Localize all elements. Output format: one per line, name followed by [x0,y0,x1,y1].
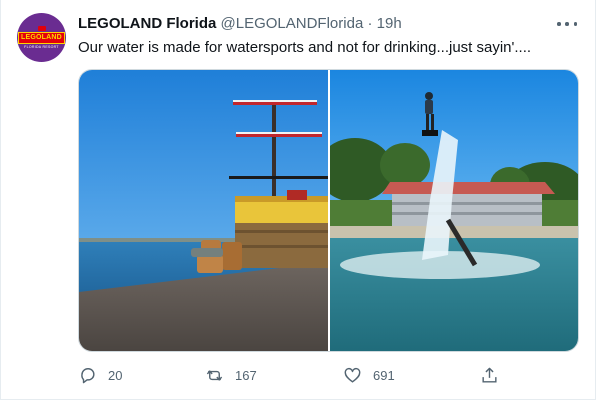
tweet-card[interactable]: LEGOLAND FLORIDA RESORT LEGOLAND Florida… [0,0,596,400]
tweet-header: LEGOLAND Florida @LEGOLANDFlorida · 19h [78,14,402,34]
avatar-logo-subtext: FLORIDA RESORT [24,45,59,49]
heart-icon [344,367,361,383]
pirate-ship-pier-photo[interactable] [79,70,328,351]
reply-button[interactable]: 20 [78,364,122,386]
retweet-count: 167 [235,367,257,383]
reply-count: 20 [108,367,123,383]
retweet-icon [206,369,223,381]
display-name[interactable]: LEGOLAND Florida [78,15,216,32]
flyboard-watersports-photo[interactable] [330,70,578,351]
separator-dot: · [367,15,373,32]
timestamp[interactable]: 19h [377,15,402,32]
lego-brick-icon [37,26,46,31]
avatar-logo-text: LEGOLAND [18,32,65,44]
avatar[interactable]: LEGOLAND FLORIDA RESORT [17,13,66,62]
media-grid [78,69,579,352]
more-options-icon[interactable] [557,14,577,34]
reply-icon [81,367,95,383]
tweet-text: Our water is made for watersports and no… [78,39,532,56]
tweet-actions: 20 167 691 [78,364,498,386]
user-handle[interactable]: @LEGOLANDFlorida [221,15,364,32]
like-button[interactable]: 691 [343,364,395,386]
like-count: 691 [373,367,395,383]
share-button[interactable] [480,364,510,386]
retweet-button[interactable]: 167 [205,364,257,386]
share-icon [482,367,497,383]
